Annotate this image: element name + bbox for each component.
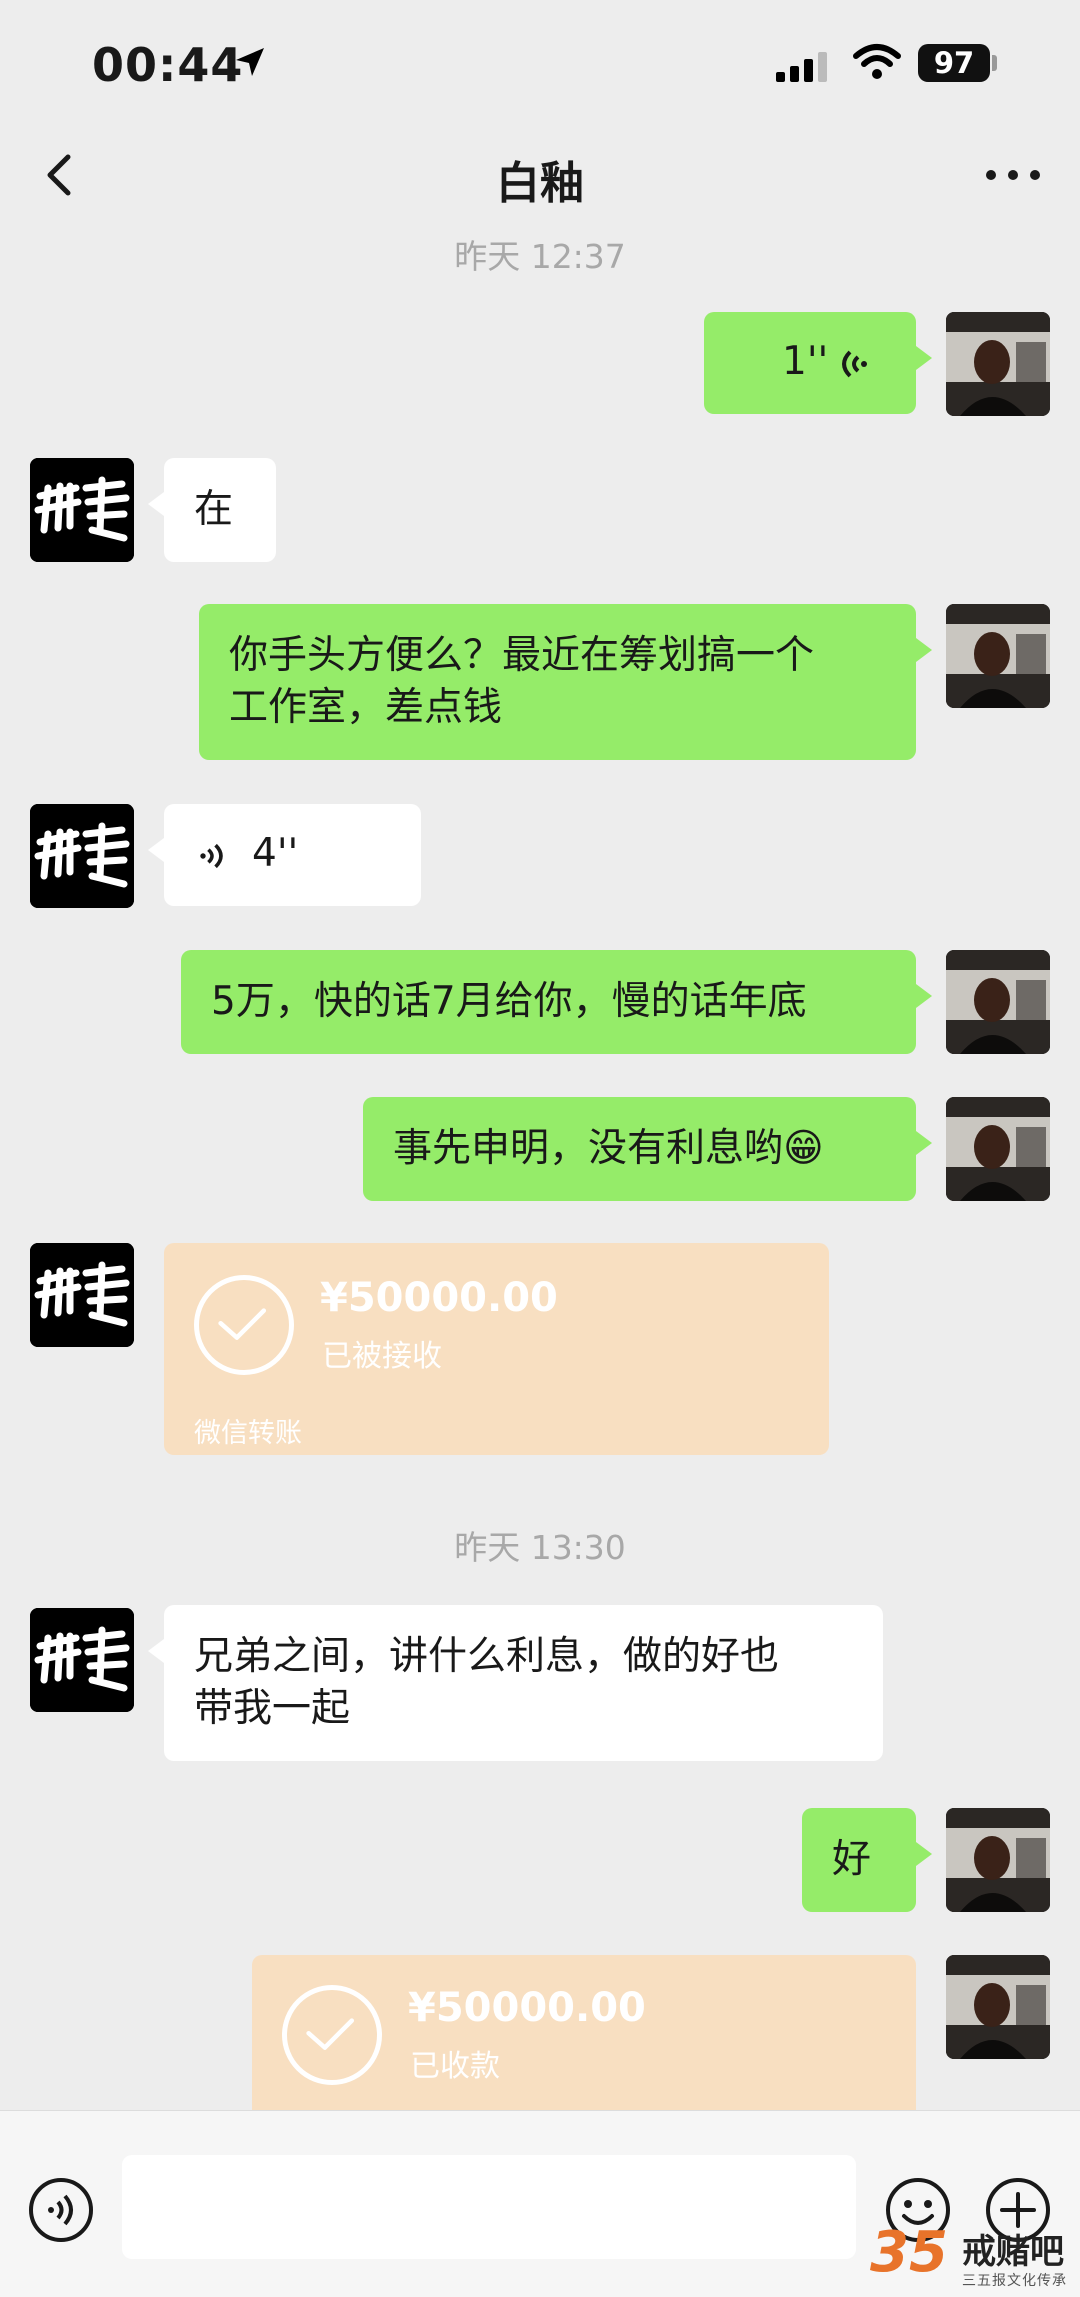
voice-duration: 4'': [252, 831, 299, 876]
my-avatar[interactable]: [946, 950, 1050, 1054]
contact-avatar[interactable]: [30, 458, 134, 562]
contact-avatar[interactable]: [30, 1243, 134, 1347]
nav-bar: 白釉: [0, 125, 1080, 225]
watermark-brand: 戒赌吧: [962, 2232, 1064, 2272]
signal-icon: [776, 52, 827, 82]
my-avatar[interactable]: [946, 1955, 1050, 2059]
status-bar: 00:44 97: [0, 0, 1080, 125]
voice-duration: 1'': [782, 339, 829, 384]
voice-wave-icon: [842, 350, 867, 378]
watermark-logo: 35: [870, 2220, 948, 2285]
voice-wave-icon: [200, 843, 223, 869]
contact-avatar[interactable]: [30, 1608, 134, 1712]
message-text-line: 工作室，差点钱: [229, 685, 503, 730]
my-avatar[interactable]: [946, 312, 1050, 416]
my-avatar[interactable]: [946, 1097, 1050, 1201]
message-text-line: 你手头方便么？最近在筹划搞一个: [229, 633, 815, 678]
incoming-message-bubble[interactable]: 在: [148, 458, 276, 562]
chat-title: 白釉: [496, 158, 584, 209]
check-circle-icon: [282, 1985, 382, 2085]
message-text: 好: [832, 1837, 872, 1882]
watermark-slogan: 三五报文化传承: [962, 2273, 1067, 2289]
location-arrow-icon: [236, 48, 264, 76]
outgoing-message-bubble[interactable]: 好: [802, 1808, 932, 1912]
check-circle-icon: [194, 1275, 294, 1375]
transfer-amount: ¥50000.00: [408, 1985, 646, 2031]
message-text: 5万，快的话7月给你，慢的话年底: [211, 979, 807, 1024]
message-text-line: 兄弟之间，讲什么利息，做的好也: [194, 1634, 780, 1679]
battery-tip: [992, 55, 997, 71]
contact-avatar[interactable]: [30, 804, 134, 908]
wifi-icon: [853, 44, 901, 79]
message-text: 事先申明，没有利息哟😁: [393, 1126, 824, 1171]
outgoing-message-bubble[interactable]: 你手头方便么？最近在筹划搞一个 工作室，差点钱: [199, 604, 932, 760]
outgoing-message-bubble[interactable]: 事先申明，没有利息哟😁: [363, 1097, 932, 1201]
my-avatar[interactable]: [946, 604, 1050, 708]
battery-level: 97: [918, 44, 990, 82]
transfer-card[interactable]: ¥50000.00 已被接收 微信转账: [164, 1243, 829, 1455]
transfer-amount: ¥50000.00: [320, 1275, 558, 1321]
transfer-status: 已收款: [410, 2049, 500, 2084]
transfer-footer: 微信转账: [194, 1418, 302, 1449]
watermark: 35 戒赌吧 三五报文化传承: [870, 2220, 1070, 2292]
more-options-button[interactable]: [978, 145, 1048, 205]
outgoing-message-bubble[interactable]: 5万，快的话7月给你，慢的话年底: [181, 950, 932, 1054]
transfer-status: 已被接收: [322, 1339, 442, 1374]
back-button[interactable]: [30, 143, 90, 207]
voice-message-bubble[interactable]: 1'': [704, 312, 932, 414]
message-text-line: 带我一起: [194, 1686, 351, 1731]
incoming-message-bubble[interactable]: 兄弟之间，讲什么利息，做的好也 带我一起: [148, 1605, 883, 1761]
incoming-voice-message-bubble[interactable]: 4'': [148, 804, 421, 906]
message-text: 在: [194, 487, 234, 532]
my-avatar[interactable]: [946, 1808, 1050, 1912]
status-time: 00:44: [92, 38, 244, 92]
transfer-card[interactable]: ¥50000.00 已收款: [252, 1955, 916, 2115]
timestamp: 昨天 13:30: [454, 1528, 626, 1567]
timestamp: 昨天 12:37: [454, 237, 626, 276]
voice-input-button[interactable]: [27, 2176, 95, 2244]
message-input[interactable]: [122, 2155, 856, 2259]
